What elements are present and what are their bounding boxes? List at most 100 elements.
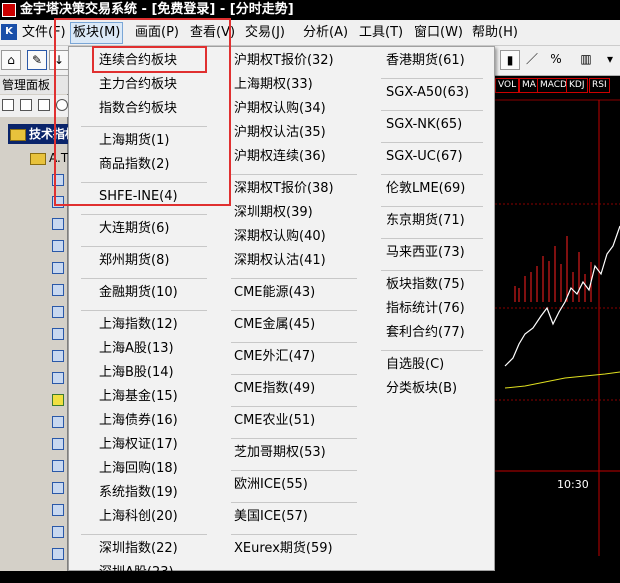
menu-item[interactable]: 沪期权认沽(35) (234, 123, 326, 143)
menu-item[interactable]: CME能源(43) (234, 283, 315, 303)
indicator-item-icon[interactable] (52, 394, 64, 406)
folder-open-icon (30, 152, 46, 165)
indicator-item-icon[interactable] (52, 372, 64, 384)
menu-item[interactable]: 套利合约(77) (386, 323, 465, 343)
menu-separator (381, 350, 483, 351)
menu-item[interactable]: 沪期权认购(34) (234, 99, 326, 119)
menu-item[interactable]: 深期权认购(40) (234, 227, 326, 247)
indicator-item-icon[interactable] (52, 218, 64, 230)
menu-item[interactable]: 深期权认沽(41) (234, 251, 326, 271)
menu-separator (231, 470, 357, 471)
average-line (504, 371, 620, 389)
menu-help[interactable]: 帮助(H) (470, 23, 520, 43)
menu-item[interactable]: 马来西亚(73) (386, 243, 465, 263)
menu-item[interactable]: 沪期权连续(36) (234, 147, 326, 167)
indicator-item-icon[interactable] (52, 438, 64, 450)
indicator-item-icon[interactable] (52, 306, 64, 318)
menu-item[interactable]: 金融期货(10) (99, 283, 178, 303)
menu-item[interactable]: 东京期货(71) (386, 211, 465, 231)
menu-item[interactable]: XEurex期货(59) (234, 539, 333, 559)
menu-item[interactable]: 分类板块(B) (386, 379, 457, 399)
menu-item[interactable]: 上海债券(16) (99, 411, 178, 431)
indicator-item-icon[interactable] (52, 284, 64, 296)
menu-item[interactable]: 美国ICE(57) (234, 507, 308, 527)
menu-separator (81, 310, 207, 311)
panel-toggle-icon[interactable]: ▮ (500, 50, 520, 70)
menu-separator (381, 174, 483, 175)
menu-item[interactable]: SGX-UC(67) (386, 147, 463, 167)
indicator-item-icon[interactable] (52, 460, 64, 472)
menu-item[interactable]: 指标统计(76) (386, 299, 465, 319)
menu-tools[interactable]: 工具(T) (357, 23, 405, 43)
indicator-item-icon[interactable] (52, 240, 64, 252)
chart-canvas (495, 99, 620, 556)
menu-item[interactable]: 自选股(C) (386, 355, 444, 375)
pen-icon[interactable]: ✎ (27, 50, 47, 70)
menu-separator (231, 342, 357, 343)
home-icon[interactable]: ⌂ (1, 50, 21, 70)
highlight-box-inner (92, 46, 207, 73)
menu-analysis[interactable]: 分析(A) (301, 23, 350, 43)
indicator-item-icon[interactable] (52, 504, 64, 516)
menu-item[interactable]: CME指数(49) (234, 379, 315, 399)
indicator-item-icon[interactable] (52, 328, 64, 340)
indicator-item-icon[interactable] (52, 350, 64, 362)
menu-item[interactable]: SGX-NK(65) (386, 115, 462, 135)
grid-icon[interactable]: ▥ (576, 50, 596, 70)
percent-icon[interactable]: % (546, 50, 566, 70)
new-page-icon[interactable] (2, 99, 14, 111)
list-icon[interactable] (38, 99, 50, 111)
menu-separator (381, 270, 483, 271)
menu-item[interactable]: 深期权T报价(38) (234, 179, 334, 199)
menu-item[interactable]: 上海指数(12) (99, 315, 178, 335)
menu-item[interactable]: 板块指数(75) (386, 275, 465, 295)
price-line (504, 225, 620, 367)
menu-item[interactable]: 上海基金(15) (99, 387, 178, 407)
menu-separator (381, 78, 483, 79)
menu-separator (81, 278, 207, 279)
menu-item[interactable]: 上海权证(17) (99, 435, 178, 455)
menu-item[interactable]: 深圳期权(39) (234, 203, 313, 223)
menu-item[interactable]: SGX-A50(63) (386, 83, 469, 103)
system-menu-icon[interactable]: K (1, 24, 17, 40)
menu-item[interactable]: 香港期货(61) (386, 51, 465, 71)
window-title: 金宇塔决策交易系统 - [免费登录] - [分时走势] (20, 2, 294, 17)
menu-item[interactable]: 上海A股(13) (99, 339, 174, 359)
menu-item[interactable]: 系统指数(19) (99, 483, 178, 503)
menu-item[interactable]: 上海科创(20) (99, 507, 178, 527)
title-bar: 金宇塔决策交易系统 - [免费登录] - [分时走势] (0, 0, 620, 20)
menu-separator (81, 246, 207, 247)
menu-item[interactable]: 上海回购(18) (99, 459, 178, 479)
menu-separator (81, 534, 207, 535)
indicator-item-icon[interactable] (52, 526, 64, 538)
menu-trade[interactable]: 交易(J) (243, 23, 287, 43)
menu-item[interactable]: 深圳A股(23) (99, 563, 174, 583)
menu-item[interactable]: 伦敦LME(69) (386, 179, 465, 199)
menu-item[interactable]: 深圳指数(22) (99, 539, 178, 559)
menu-item[interactable]: 芝加哥期权(53) (234, 443, 326, 463)
indicator-item-icon[interactable] (52, 548, 64, 560)
menu-item[interactable]: CME外汇(47) (234, 347, 315, 367)
menu-item[interactable]: 大连期货(6) (99, 219, 169, 239)
menu-item[interactable]: CME农业(51) (234, 411, 315, 431)
copy-icon[interactable] (20, 99, 32, 111)
indicator-item-icon[interactable] (52, 482, 64, 494)
menu-item[interactable]: 沪期权T报价(32) (234, 51, 334, 71)
chevron-down-icon[interactable]: ▾ (600, 50, 620, 70)
menu-item[interactable]: CME金属(45) (234, 315, 315, 335)
indicator-item-icon[interactable] (52, 262, 64, 274)
menu-separator (231, 534, 357, 535)
menu-window[interactable]: 窗口(W) (412, 23, 465, 43)
line-tool-icon[interactable]: ／ (522, 50, 542, 70)
app-logo-icon (2, 3, 16, 17)
indicator-item-icon[interactable] (52, 416, 64, 428)
menu-item[interactable]: 上海期权(33) (234, 75, 313, 95)
volume-bars (514, 236, 592, 302)
intraday-chart[interactable]: VOL MA MACD KDJ RSI 10:30 (495, 76, 620, 571)
menu-item[interactable]: 上海B股(14) (99, 363, 174, 383)
menu-item[interactable]: 郑州期货(8) (99, 251, 169, 271)
menu-separator (381, 206, 483, 207)
menu-item[interactable]: 欧洲ICE(55) (234, 475, 308, 495)
menu-separator (231, 278, 357, 279)
folder-icon (10, 128, 26, 141)
